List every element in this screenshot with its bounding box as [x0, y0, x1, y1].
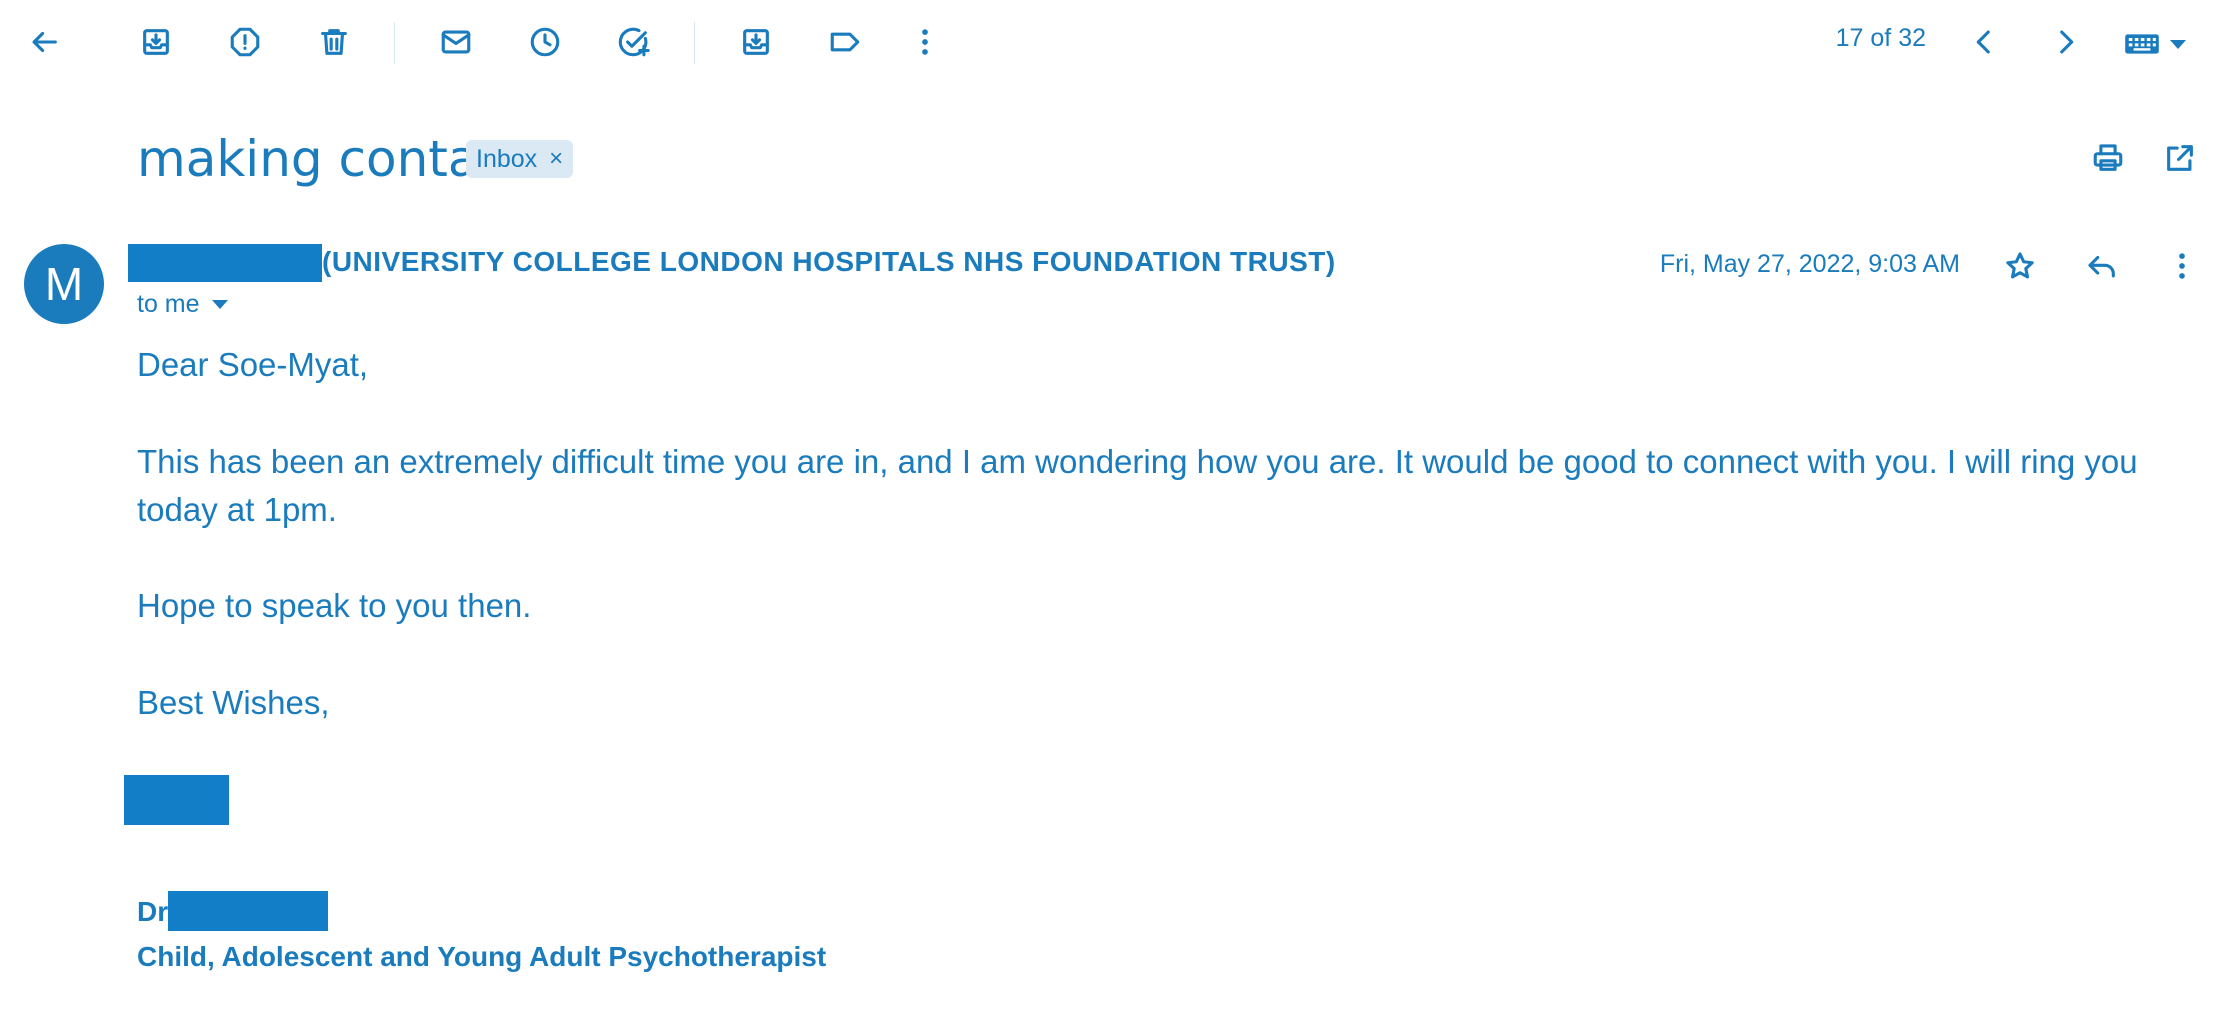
closing-line: Hope to speak to you then. — [137, 587, 532, 624]
reply-button[interactable] — [2080, 244, 2124, 288]
more-vert-icon — [922, 29, 928, 55]
report-spam-icon — [230, 27, 260, 57]
print-all-button[interactable] — [2086, 136, 2130, 180]
add-task-button[interactable] — [612, 20, 656, 64]
open-new-window-button[interactable] — [2158, 136, 2202, 180]
chevron-down-icon — [2170, 39, 2186, 49]
caret-down-icon — [211, 300, 228, 309]
input-tools-button[interactable] — [2124, 24, 2200, 64]
chevron-right-icon — [2060, 30, 2074, 54]
more-options-button[interactable] — [903, 20, 947, 64]
message-counter: 17 of 32 — [1835, 24, 1926, 52]
report-spam-button[interactable] — [223, 20, 267, 64]
move-to-inbox-icon — [743, 29, 769, 55]
sign-off: Best Wishes, — [137, 684, 330, 721]
signature-title: Child, Adolescent and Young Adult Psycho… — [137, 941, 827, 972]
reply-icon — [2088, 255, 2115, 278]
delete-button[interactable] — [312, 20, 356, 64]
chevron-left-icon — [1976, 30, 1990, 54]
move-to-button[interactable] — [734, 20, 778, 64]
add-task-icon — [618, 27, 650, 57]
arrow-left-icon — [32, 31, 57, 53]
archive-button[interactable] — [134, 20, 178, 64]
message-more-button[interactable] — [2160, 244, 2204, 288]
label-icon — [830, 32, 860, 52]
toolbar-divider — [394, 22, 395, 64]
open-in-new-icon — [2167, 145, 2193, 171]
older-button[interactable] — [2044, 20, 2088, 64]
body-paragraph: This has been an extremely difficult tim… — [137, 443, 2138, 528]
label-button[interactable] — [823, 20, 867, 64]
snooze-button[interactable] — [523, 20, 567, 64]
message-date: Fri, May 27, 2022, 9:03 AM — [1659, 250, 1960, 278]
sender-organization: (UNIVERSITY COLLEGE LONDON HOSPITALS NHS… — [322, 246, 1336, 277]
greeting: Dear Soe-Myat, — [137, 346, 369, 383]
more-vert-icon — [2179, 253, 2185, 279]
recipient-label: to me — [137, 290, 200, 318]
print-icon — [2093, 144, 2123, 171]
signature-name: Dr — [137, 896, 168, 928]
redacted-doctor-name — [168, 891, 328, 931]
label-chip-inbox[interactable]: Inbox × — [466, 140, 574, 178]
remove-label-icon[interactable]: × — [549, 145, 563, 173]
clock-icon — [530, 27, 560, 57]
redacted-sender-name — [128, 244, 322, 282]
avatar[interactable]: M — [24, 244, 104, 324]
keyboard-icon — [2125, 34, 2159, 54]
trash-icon — [321, 29, 347, 55]
signature-prefix: Dr — [137, 896, 169, 927]
toolbar-divider — [694, 22, 695, 64]
star-button[interactable] — [1998, 244, 2042, 288]
mark-unread-button[interactable] — [434, 20, 478, 64]
archive-icon — [143, 29, 169, 55]
recipient-details-toggle[interactable]: to me — [137, 290, 228, 319]
redacted-signature — [124, 775, 229, 825]
newer-button[interactable] — [1962, 20, 2006, 64]
back-button[interactable] — [22, 20, 66, 64]
star-icon — [2006, 252, 2034, 279]
label-chip-text: Inbox — [476, 144, 538, 173]
mail-icon — [441, 30, 471, 54]
